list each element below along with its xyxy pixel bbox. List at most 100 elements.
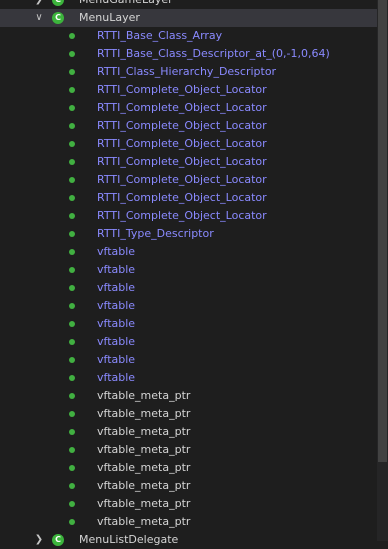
tree-leaf-item[interactable]: vftable: [0, 297, 377, 315]
tree-node-label: MenuListDelegate: [79, 533, 179, 546]
green-dot-icon: [69, 285, 75, 291]
tree-leaf-item[interactable]: vftable: [0, 351, 377, 369]
green-dot-icon: [69, 375, 75, 381]
tree-leaf-label: vftable: [97, 299, 136, 312]
vertical-scrollbar[interactable]: [377, 0, 388, 541]
tree-leaf-item[interactable]: RTTI_Base_Class_Descriptor_at_(0,-1,0,64…: [0, 45, 377, 63]
tree-leaf-item[interactable]: vftable_meta_ptr: [0, 477, 377, 495]
tree-node-label: MenuLayer: [79, 11, 140, 24]
tree-leaf-label: vftable: [97, 281, 136, 294]
tree-leaf-label: RTTI_Complete_Object_Locator: [97, 83, 267, 96]
green-dot-icon: [69, 33, 75, 39]
tree-leaf-item[interactable]: RTTI_Complete_Object_Locator: [0, 99, 377, 117]
tree-leaf-item[interactable]: vftable_meta_ptr: [0, 405, 377, 423]
chevron-right-icon[interactable]: ❯: [33, 531, 45, 549]
green-dot-icon: [69, 429, 75, 435]
green-dot-icon: [69, 231, 75, 237]
tree-leaf-item[interactable]: vftable_meta_ptr: [0, 387, 377, 405]
tree-node-menulayer[interactable]: ∨ C MenuLayer: [0, 9, 377, 27]
green-dot-icon: [69, 411, 75, 417]
tree-leaf-item[interactable]: RTTI_Complete_Object_Locator: [0, 153, 377, 171]
tree-leaf-label: vftable_meta_ptr: [97, 425, 191, 438]
green-dot-icon: [69, 357, 75, 363]
tree-leaf-label: vftable: [97, 245, 136, 258]
tree-leaf-item[interactable]: RTTI_Complete_Object_Locator: [0, 135, 377, 153]
tree-leaf-label: RTTI_Base_Class_Descriptor_at_(0,-1,0,64…: [97, 47, 330, 60]
tree-leaf-item[interactable]: vftable_meta_ptr: [0, 459, 377, 477]
tree-leaf-label: RTTI_Base_Class_Array: [97, 29, 223, 42]
tree-leaf-label: RTTI_Complete_Object_Locator: [97, 209, 267, 222]
tree-leaf-label: vftable: [97, 335, 136, 348]
green-dot-icon: [69, 195, 75, 201]
tree-leaf-item[interactable]: RTTI_Complete_Object_Locator: [0, 81, 377, 99]
green-dot-icon: [69, 123, 75, 129]
tree-leaf-item[interactable]: vftable: [0, 333, 377, 351]
tree-leaf-label: vftable_meta_ptr: [97, 407, 191, 420]
menulayer-children: RTTI_Base_Class_Array RTTI_Base_Class_Des…: [0, 27, 377, 531]
class-icon: C: [52, 534, 64, 546]
chevron-down-icon[interactable]: ∨: [33, 9, 45, 27]
green-dot-icon: [69, 249, 75, 255]
tree-leaf-label: vftable_meta_ptr: [97, 461, 191, 474]
green-dot-icon: [69, 321, 75, 327]
symbol-tree: ❯ C MenuGameLayer ∨ C MenuLayer RTTI_Bas…: [0, 0, 377, 549]
tree-leaf-label: RTTI_Complete_Object_Locator: [97, 155, 267, 168]
tree-leaf-item[interactable]: RTTI_Complete_Object_Locator: [0, 117, 377, 135]
tree-leaf-item[interactable]: RTTI_Complete_Object_Locator: [0, 207, 377, 225]
green-dot-icon: [69, 87, 75, 93]
chevron-right-icon[interactable]: ❯: [33, 0, 45, 9]
tree-leaf-label: RTTI_Complete_Object_Locator: [97, 137, 267, 150]
tree-leaf-label: vftable: [97, 263, 136, 276]
tree-leaf-label: RTTI_Complete_Object_Locator: [97, 119, 267, 132]
tree-leaf-label: RTTI_Class_Hierarchy_Descriptor: [97, 65, 277, 78]
tree-leaf-label: vftable_meta_ptr: [97, 479, 191, 492]
tree-leaf-label: vftable_meta_ptr: [97, 389, 191, 402]
tree-leaf-label: RTTI_Complete_Object_Locator: [97, 101, 267, 114]
tree-leaf-item[interactable]: RTTI_Type_Descriptor: [0, 225, 377, 243]
tree-leaf-item[interactable]: RTTI_Complete_Object_Locator: [0, 189, 377, 207]
tree-leaf-item[interactable]: vftable: [0, 243, 377, 261]
green-dot-icon: [69, 51, 75, 57]
tree-leaf-label: vftable_meta_ptr: [97, 443, 191, 456]
green-dot-icon: [69, 213, 75, 219]
green-dot-icon: [69, 105, 75, 111]
green-dot-icon: [69, 501, 75, 507]
green-dot-icon: [69, 465, 75, 471]
tree-leaf-label: RTTI_Complete_Object_Locator: [97, 191, 267, 204]
tree-leaf-item[interactable]: vftable_meta_ptr: [0, 441, 377, 459]
tree-leaf-item[interactable]: RTTI_Class_Hierarchy_Descriptor: [0, 63, 377, 81]
tree-node-menugamelayer[interactable]: ❯ C MenuGameLayer: [0, 0, 377, 9]
green-dot-icon: [69, 339, 75, 345]
green-dot-icon: [69, 393, 75, 399]
tree-leaf-label: vftable_meta_ptr: [97, 497, 191, 510]
tree-leaf-item[interactable]: vftable_meta_ptr: [0, 513, 377, 531]
tree-leaf-label: vftable: [97, 317, 136, 330]
tree-leaf-item[interactable]: vftable: [0, 261, 377, 279]
green-dot-icon: [69, 447, 75, 453]
green-dot-icon: [69, 519, 75, 525]
green-dot-icon: [69, 69, 75, 75]
tree-leaf-label: RTTI_Type_Descriptor: [97, 227, 214, 240]
tree-leaf-item[interactable]: RTTI_Complete_Object_Locator: [0, 171, 377, 189]
tree-node-menulistdelegate[interactable]: ❯ C MenuListDelegate: [0, 531, 377, 549]
tree-leaf-item[interactable]: vftable: [0, 315, 377, 333]
tree-leaf-item[interactable]: vftable_meta_ptr: [0, 495, 377, 513]
scrollbar-thumb[interactable]: [378, 0, 387, 462]
green-dot-icon: [69, 483, 75, 489]
tree-leaf-label: vftable_meta_ptr: [97, 515, 191, 528]
tree-leaf-item[interactable]: vftable_meta_ptr: [0, 423, 377, 441]
tree-leaf-label: vftable: [97, 353, 136, 366]
tree-leaf-item[interactable]: RTTI_Base_Class_Array: [0, 27, 377, 45]
tree-leaf-item[interactable]: vftable: [0, 279, 377, 297]
green-dot-icon: [69, 159, 75, 165]
class-icon: C: [52, 0, 64, 6]
tree-leaf-item[interactable]: vftable: [0, 369, 377, 387]
green-dot-icon: [69, 267, 75, 273]
tree-node-label: MenuGameLayer: [79, 0, 173, 9]
green-dot-icon: [69, 141, 75, 147]
tree-leaf-label: vftable: [97, 371, 136, 384]
green-dot-icon: [69, 177, 75, 183]
green-dot-icon: [69, 303, 75, 309]
tree-leaf-label: RTTI_Complete_Object_Locator: [97, 173, 267, 186]
class-icon: C: [52, 12, 64, 24]
